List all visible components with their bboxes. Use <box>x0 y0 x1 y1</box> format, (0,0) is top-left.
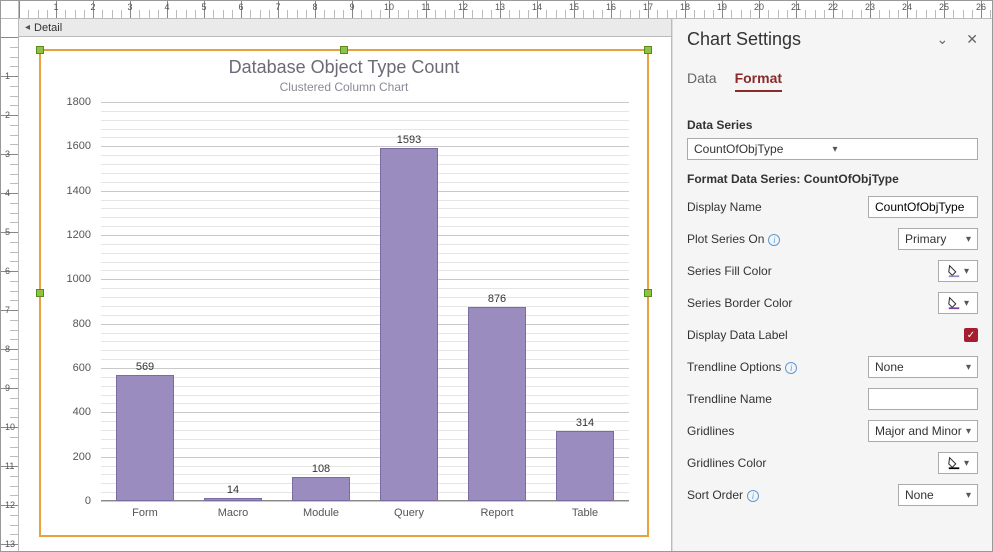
plot-on-select[interactable]: Primary▾ <box>898 228 978 250</box>
chart-object[interactable]: Database Object Type Count Clustered Col… <box>39 49 649 537</box>
data-label: 14 <box>227 484 239 496</box>
label-sort-order: Sort Orderi <box>687 488 898 502</box>
label-trendline-options: Trendline Optionsi <box>687 360 868 374</box>
bar <box>468 307 526 501</box>
y-tick-label: 1000 <box>67 273 91 285</box>
chart-title: Database Object Type Count <box>49 57 639 78</box>
label-plot-on: Plot Series Oni <box>687 232 898 246</box>
app-frame: 1234567891011121314151617181920212223242… <box>0 0 993 552</box>
border-color-button[interactable]: ▾ <box>938 292 978 314</box>
display-data-label-checkbox[interactable]: ✓ <box>964 328 978 342</box>
fill-color-button[interactable]: ▾ <box>938 260 978 282</box>
y-tick-label: 1800 <box>67 96 91 108</box>
panel-title: Chart Settings <box>687 29 937 50</box>
chevron-down-icon: ▾ <box>964 298 969 309</box>
bar <box>292 477 350 501</box>
y-tick-label: 600 <box>73 362 91 374</box>
y-tick-label: 0 <box>85 495 91 507</box>
resize-handle[interactable] <box>36 289 44 297</box>
vertical-ruler[interactable]: 1234567891011121314 <box>1 19 19 551</box>
chevron-down-icon: ▾ <box>833 144 972 155</box>
chart-subtitle: Clustered Column Chart <box>49 80 639 94</box>
data-label: 569 <box>136 361 154 373</box>
section-header-label: Detail <box>34 22 62 34</box>
chart-settings-panel: Chart Settings ⌄ ✕ Data Format Data Seri… <box>672 19 992 551</box>
bar <box>204 498 262 501</box>
info-icon[interactable]: i <box>785 362 797 374</box>
bar <box>116 375 174 501</box>
fill-bucket-icon <box>947 296 961 310</box>
bar <box>380 148 438 501</box>
chevron-down-icon: ▾ <box>966 362 971 373</box>
section-label-data-series: Data Series <box>687 118 978 132</box>
chevron-down-icon: ▾ <box>966 234 971 245</box>
chevron-down-icon: ▾ <box>966 426 971 437</box>
ruler-corner <box>1 1 19 19</box>
label-gridlines-color: Gridlines Color <box>687 456 938 470</box>
x-axis-labels: Form Macro Module Query Report Table <box>101 503 629 525</box>
info-icon[interactable]: i <box>768 234 780 246</box>
display-name-input[interactable] <box>868 196 978 218</box>
info-icon[interactable]: i <box>747 490 759 502</box>
x-tick-label: Form <box>132 507 158 519</box>
y-tick-label: 1200 <box>67 229 91 241</box>
data-series-value: CountOfObjType <box>694 142 833 156</box>
resize-handle[interactable] <box>36 46 44 54</box>
data-label: 1593 <box>397 134 421 146</box>
label-display-name: Display Name <box>687 200 868 214</box>
y-tick-label: 800 <box>73 318 91 330</box>
horizontal-ruler-wrap: 1234567891011121314151617181920212223242… <box>1 1 992 19</box>
y-axis: 020040060080010001200140016001800 <box>49 102 97 501</box>
resize-handle[interactable] <box>644 46 652 54</box>
fill-bucket-icon <box>947 264 961 278</box>
fill-bucket-icon <box>947 456 961 470</box>
tab-data[interactable]: Data <box>687 70 717 92</box>
label-fill-color: Series Fill Color <box>687 264 938 278</box>
data-label: 876 <box>488 293 506 305</box>
label-border-color: Series Border Color <box>687 296 938 310</box>
horizontal-ruler[interactable]: 1234567891011121314151617181920212223242… <box>19 1 992 18</box>
chart-surface: Database Object Type Count Clustered Col… <box>41 51 647 535</box>
data-series-select[interactable]: CountOfObjType ▾ <box>687 138 978 160</box>
resize-handle[interactable] <box>644 289 652 297</box>
trendline-options-select[interactable]: None▾ <box>868 356 978 378</box>
plot-area: 020040060080010001200140016001800 569141… <box>49 102 639 525</box>
data-label: 108 <box>312 463 330 475</box>
bar <box>556 431 614 501</box>
close-icon[interactable]: ✕ <box>966 31 978 48</box>
y-tick-label: 1600 <box>67 140 91 152</box>
sort-order-select[interactable]: None▾ <box>898 484 978 506</box>
x-tick-label: Table <box>572 507 598 519</box>
collapse-icon[interactable]: ⌄ <box>937 31 949 48</box>
x-tick-label: Report <box>480 507 513 519</box>
x-tick-label: Module <box>303 507 339 519</box>
panel-tabs: Data Format <box>687 70 978 92</box>
chevron-down-icon: ▾ <box>966 490 971 501</box>
resize-handle[interactable] <box>340 46 348 54</box>
y-tick-label: 200 <box>73 451 91 463</box>
trendline-name-input[interactable] <box>868 388 978 410</box>
data-label: 314 <box>576 417 594 429</box>
format-series-heading: Format Data Series: CountOfObjType <box>687 172 978 186</box>
x-tick-label: Query <box>394 507 424 519</box>
y-tick-label: 1400 <box>67 185 91 197</box>
gridlines-select[interactable]: Major and Minor▾ <box>868 420 978 442</box>
chevron-down-icon: ▾ <box>964 458 969 469</box>
y-tick-label: 400 <box>73 406 91 418</box>
design-canvas[interactable]: Database Object Type Count Clustered Col… <box>19 37 671 551</box>
section-header-detail[interactable]: ◂ Detail <box>19 19 671 37</box>
label-trendline-name: Trendline Name <box>687 392 868 406</box>
gridlines-color-button[interactable]: ▾ <box>938 452 978 474</box>
section-expand-icon: ◂ <box>25 22 30 33</box>
label-display-data-label: Display Data Label <box>687 328 964 342</box>
x-tick-label: Macro <box>218 507 249 519</box>
bars-container: 569 14 108 1593 876 314 <box>101 102 629 501</box>
label-gridlines: Gridlines <box>687 424 868 438</box>
chevron-down-icon: ▾ <box>964 266 969 277</box>
tab-format[interactable]: Format <box>735 70 782 92</box>
